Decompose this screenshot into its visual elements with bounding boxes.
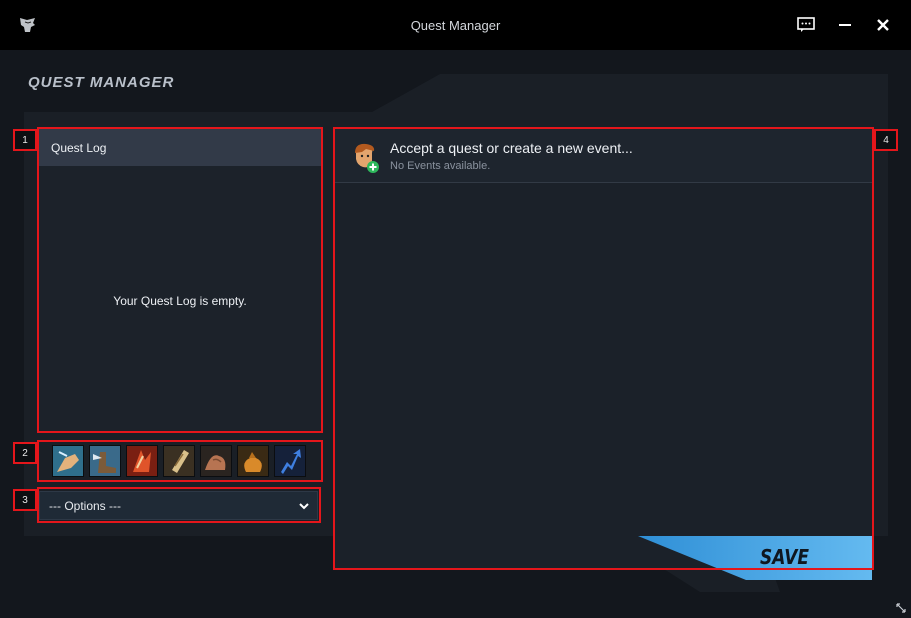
- annotation-label-4: 4: [874, 129, 898, 151]
- annotation-box-2: [37, 440, 323, 482]
- annotation-box-1: [37, 127, 323, 433]
- annotation-label-1: 1: [13, 129, 37, 151]
- chat-icon: [797, 17, 815, 32]
- annotation-box-4: [333, 127, 874, 570]
- main-area: QUEST MANAGER Quest Log Your Quest Log i…: [0, 50, 911, 618]
- annotation-box-3: [37, 487, 321, 523]
- chat-button[interactable]: [795, 14, 817, 36]
- annotation-label-3: 3: [13, 489, 37, 511]
- resize-grip-icon[interactable]: [895, 602, 907, 614]
- annotation-label-2: 2: [13, 442, 37, 464]
- minimize-button[interactable]: [834, 14, 856, 36]
- close-icon: [877, 19, 889, 31]
- page-title: QUEST MANAGER: [28, 74, 175, 91]
- minimize-icon: [839, 24, 851, 26]
- title-bar: Quest Manager: [0, 0, 911, 50]
- close-button[interactable]: [872, 14, 894, 36]
- window-title: Quest Manager: [410, 18, 501, 33]
